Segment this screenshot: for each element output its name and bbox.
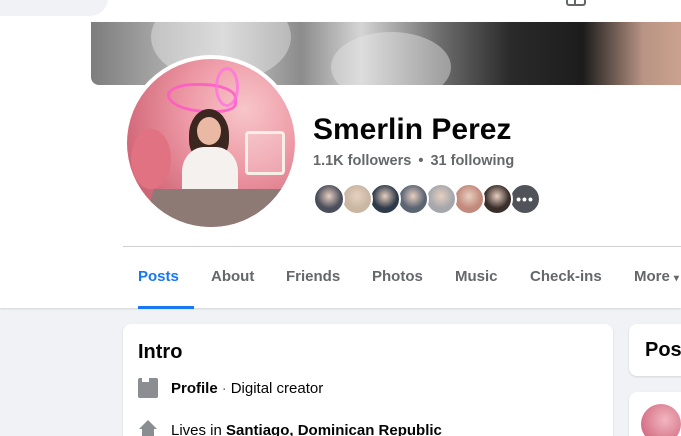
intro-location-link[interactable]: Santiago, Dominican Republic <box>226 422 442 436</box>
more-friends-icon[interactable]: ••• <box>509 183 541 215</box>
post-author-avatar[interactable] <box>641 404 681 436</box>
tab-label: Friends <box>286 268 341 285</box>
avatar-photo-detail <box>245 131 285 175</box>
intro-title: Intro <box>138 341 183 363</box>
tab-label: About <box>211 268 255 285</box>
tab-label: Check-ins <box>530 268 602 285</box>
following-link[interactable]: 31 following <box>430 153 514 169</box>
intro-row-profile: Profile · Digital creator <box>138 376 323 400</box>
tab-music[interactable]: Music <box>455 247 498 308</box>
tab-label: Posts <box>138 268 179 285</box>
home-icon <box>138 420 158 436</box>
intro-row-location: Lives in Santiago, Dominican Republic <box>138 418 442 436</box>
active-tab-indicator <box>138 306 194 309</box>
tab-label: Music <box>455 268 498 285</box>
friend-avatar[interactable] <box>369 183 401 215</box>
profile-name: Smerlin Perez <box>313 113 512 146</box>
friend-avatar[interactable] <box>397 183 429 215</box>
tab-friends[interactable]: Friends <box>286 247 340 308</box>
friend-avatar[interactable] <box>313 183 345 215</box>
stats-separator: • <box>418 153 424 169</box>
avatar-photo-detail <box>140 189 294 227</box>
tab-photos[interactable]: Photos <box>372 247 423 308</box>
avatar-photo-detail <box>215 67 239 107</box>
follow-stats: 1.1K followers • 31 following <box>313 153 514 169</box>
posts-header-card: Posts <box>629 324 681 376</box>
tab-more[interactable]: More ▾ <box>634 247 679 308</box>
post-card <box>629 392 681 436</box>
tab-posts[interactable]: Posts <box>138 247 194 309</box>
friend-avatar[interactable] <box>341 183 373 215</box>
profile-header: Smerlin Perez 1.1K followers • 31 follow… <box>0 22 681 309</box>
posts-title: Posts <box>645 339 681 361</box>
tab-check-ins[interactable]: Check-ins <box>530 247 602 308</box>
search-bar[interactable] <box>0 0 108 16</box>
avatar-photo-detail <box>197 117 221 145</box>
intro-lives-in-label: Lives in <box>171 421 227 436</box>
avatar-photo-detail <box>131 129 171 189</box>
intro-card: Intro Profile · Digital creator Lives in… <box>123 324 613 436</box>
caret-down-icon: ▾ <box>673 273 679 284</box>
friend-avatar[interactable] <box>453 183 485 215</box>
tab-label: Photos <box>372 268 423 285</box>
flag-icon <box>138 377 158 398</box>
friend-avatar[interactable] <box>425 183 457 215</box>
followers-link[interactable]: 1.1K followers <box>313 153 411 169</box>
intro-separator: · <box>221 379 227 397</box>
profile-picture[interactable] <box>127 59 295 227</box>
intro-category: Digital creator <box>230 379 324 397</box>
menu-grid-icon[interactable] <box>566 0 586 6</box>
intro-profile-label: Profile <box>171 379 218 397</box>
friend-avatar[interactable] <box>481 183 513 215</box>
top-navigation-bar <box>0 0 681 22</box>
tab-label: More <box>634 268 670 285</box>
tab-about[interactable]: About <box>211 247 254 308</box>
